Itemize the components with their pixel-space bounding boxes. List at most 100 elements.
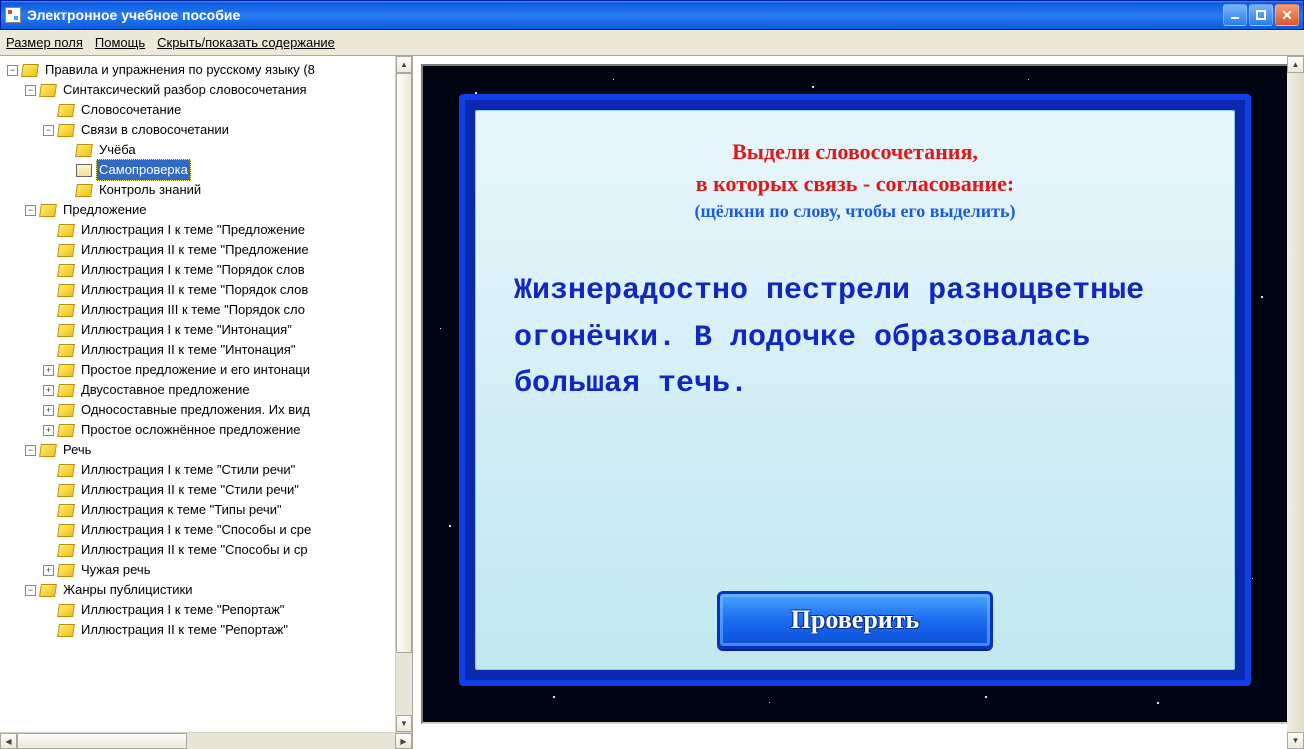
- tree-item-label: Простое осложнённое предложение: [78, 419, 303, 441]
- scroll-thumb-h[interactable]: [17, 733, 187, 749]
- tree-item[interactable]: − Предложение: [4, 200, 395, 220]
- window-title: Электронное учебное пособие: [27, 7, 1223, 23]
- menu-help[interactable]: Помощь: [95, 35, 145, 50]
- scroll-up-button[interactable]: ▲: [396, 56, 412, 73]
- exercise-heading-2: в которых связь - согласование:: [506, 171, 1204, 197]
- exercise-card: Выдели словосочетания, в которых связь -…: [475, 110, 1235, 670]
- collapse-icon[interactable]: −: [25, 205, 36, 216]
- tree-item-label: Иллюстрация I к теме "Предложение: [78, 219, 308, 241]
- book-closed-icon: [57, 304, 75, 317]
- tree-item[interactable]: Иллюстрация I к теме "Способы и сре: [4, 520, 395, 540]
- book-closed-icon: [57, 224, 75, 237]
- tree-item[interactable]: Иллюстрация II к теме "Способы и ср: [4, 540, 395, 560]
- tree-item-label: Двусоставное предложение: [78, 379, 253, 401]
- collapse-icon[interactable]: −: [7, 65, 18, 76]
- book-closed-icon: [57, 544, 75, 557]
- tree-item[interactable]: Учёба: [4, 140, 395, 160]
- tree-item-label: Предложение: [60, 199, 150, 221]
- scroll-right-button[interactable]: ▶: [395, 733, 412, 749]
- collapse-icon[interactable]: −: [25, 445, 36, 456]
- book-closed-icon: [57, 464, 75, 477]
- book-closed-icon: [57, 404, 75, 417]
- tree-horizontal-scrollbar[interactable]: ◀ ▶: [0, 732, 412, 749]
- scroll-down-button[interactable]: ▼: [396, 715, 412, 732]
- book-closed-icon: [57, 124, 75, 137]
- close-button[interactable]: ✕: [1275, 4, 1299, 26]
- maximize-button[interactable]: [1249, 4, 1273, 26]
- tree-item-label: Иллюстрация I к теме "Способы и сре: [78, 519, 314, 541]
- tree-item[interactable]: Словосочетание: [4, 100, 395, 120]
- scroll-up-button[interactable]: ▲: [1287, 56, 1304, 73]
- scroll-down-button[interactable]: ▼: [1287, 732, 1304, 749]
- book-closed-icon: [57, 604, 75, 617]
- collapse-icon[interactable]: −: [25, 85, 36, 96]
- content-panel: Выдели словосочетания, в которых связь -…: [413, 56, 1304, 749]
- tree-item-label: Иллюстрация II к теме "Репортаж": [78, 619, 291, 641]
- expand-icon[interactable]: +: [43, 565, 54, 576]
- menu-bar: Размер поля Помощь Скрыть/показать содер…: [0, 30, 1304, 56]
- tree-item[interactable]: Иллюстрация II к теме "Стили речи": [4, 480, 395, 500]
- tree-item[interactable]: −Синтаксический разбор словосочетания: [4, 80, 395, 100]
- tree-item[interactable]: Иллюстрация I к теме "Репортаж": [4, 600, 395, 620]
- book-closed-icon: [75, 184, 93, 197]
- book-closed-icon: [75, 144, 93, 157]
- expand-icon[interactable]: +: [43, 425, 54, 436]
- tree-item[interactable]: Иллюстрация II к теме "Репортаж": [4, 620, 395, 640]
- minimize-button[interactable]: [1223, 4, 1247, 26]
- tree-item[interactable]: Самопроверка: [4, 160, 395, 180]
- check-button[interactable]: Проверить: [717, 591, 993, 649]
- tree-item[interactable]: Иллюстрация II к теме "Интонация": [4, 340, 395, 360]
- tree-item-label: Иллюстрация I к теме "Стили речи": [78, 459, 298, 481]
- book-closed-icon: [57, 364, 75, 377]
- collapse-icon[interactable]: −: [25, 585, 36, 596]
- tree-item[interactable]: + Двусоставное предложение: [4, 380, 395, 400]
- tree-item[interactable]: − Связи в словосочетании: [4, 120, 395, 140]
- tree-item-label: Учёба: [96, 139, 139, 161]
- tree-item[interactable]: Иллюстрация I к теме "Порядок слов: [4, 260, 395, 280]
- tree-item[interactable]: + Простое предложение и его интонаци: [4, 360, 395, 380]
- tree-item[interactable]: Иллюстрация I к теме "Стили речи": [4, 460, 395, 480]
- tree-item[interactable]: +Односоставные предложения. Их вид: [4, 400, 395, 420]
- book-closed-icon: [57, 244, 75, 257]
- tree-item[interactable]: + Чужая речь: [4, 560, 395, 580]
- collapse-icon[interactable]: −: [43, 125, 54, 136]
- toc-tree[interactable]: −Правила и упражнения по русскому языку …: [4, 60, 395, 640]
- tree-item-label: Жанры публицистики: [60, 579, 196, 601]
- tree-item[interactable]: − Жанры публицистики: [4, 580, 395, 600]
- scroll-thumb[interactable]: [396, 73, 412, 653]
- exercise-hint: (щёлкни по слову, чтобы его выделить): [506, 201, 1204, 222]
- expand-icon[interactable]: +: [43, 385, 54, 396]
- book-closed-icon: [57, 384, 75, 397]
- tree-item[interactable]: Контроль знаний: [4, 180, 395, 200]
- tree-item[interactable]: Иллюстрация к теме "Типы речи": [4, 500, 395, 520]
- exercise-text[interactable]: Жизнерадостно пестрели разноцветные огон…: [506, 268, 1204, 563]
- content-vertical-scrollbar[interactable]: ▲ ▼: [1287, 56, 1304, 749]
- book-closed-icon: [39, 84, 57, 97]
- tree-item-label: Правила и упражнения по русскому языку (…: [42, 59, 318, 81]
- book-closed-icon: [57, 324, 75, 337]
- tree-item-label: Связи в словосочетании: [78, 119, 232, 141]
- tree-item[interactable]: Иллюстрация III к теме "Порядок сло: [4, 300, 395, 320]
- tree-item[interactable]: Иллюстрация II к теме "Предложение: [4, 240, 395, 260]
- exercise-stage: Выдели словосочетания, в которых связь -…: [423, 66, 1287, 722]
- tree-item-label: Иллюстрация II к теме "Предложение: [78, 239, 312, 261]
- tree-item[interactable]: − Правила и упражнения по русскому языку …: [4, 60, 395, 80]
- tree-item[interactable]: Иллюстрация I к теме "Интонация": [4, 320, 395, 340]
- tree-item-label: Иллюстрация II к теме "Стили речи": [78, 479, 302, 501]
- tree-item[interactable]: Иллюстрация II к теме "Порядок слов: [4, 280, 395, 300]
- tree-item-label: Чужая речь: [78, 559, 153, 581]
- book-closed-icon: [39, 444, 57, 457]
- tree-item[interactable]: Иллюстрация I к теме "Предложение: [4, 220, 395, 240]
- menu-toggle-toc[interactable]: Скрыть/показать содержание: [157, 35, 335, 50]
- tree-item[interactable]: + Простое осложнённое предложение: [4, 420, 395, 440]
- expand-icon[interactable]: +: [43, 365, 54, 376]
- tree-item[interactable]: −Речь: [4, 440, 395, 460]
- scroll-left-button[interactable]: ◀: [0, 733, 17, 749]
- expand-icon[interactable]: +: [43, 405, 54, 416]
- toc-panel: −Правила и упражнения по русскому языку …: [0, 56, 413, 749]
- tree-vertical-scrollbar[interactable]: ▲ ▼: [395, 56, 412, 732]
- tree-item-label: Иллюстрация II к теме "Интонация": [78, 339, 298, 361]
- menu-field-size[interactable]: Размер поля: [6, 35, 83, 50]
- tree-item-label: Простое предложение и его интонаци: [78, 359, 313, 381]
- tree-item-label: Иллюстрация II к теме "Порядок слов: [78, 279, 311, 301]
